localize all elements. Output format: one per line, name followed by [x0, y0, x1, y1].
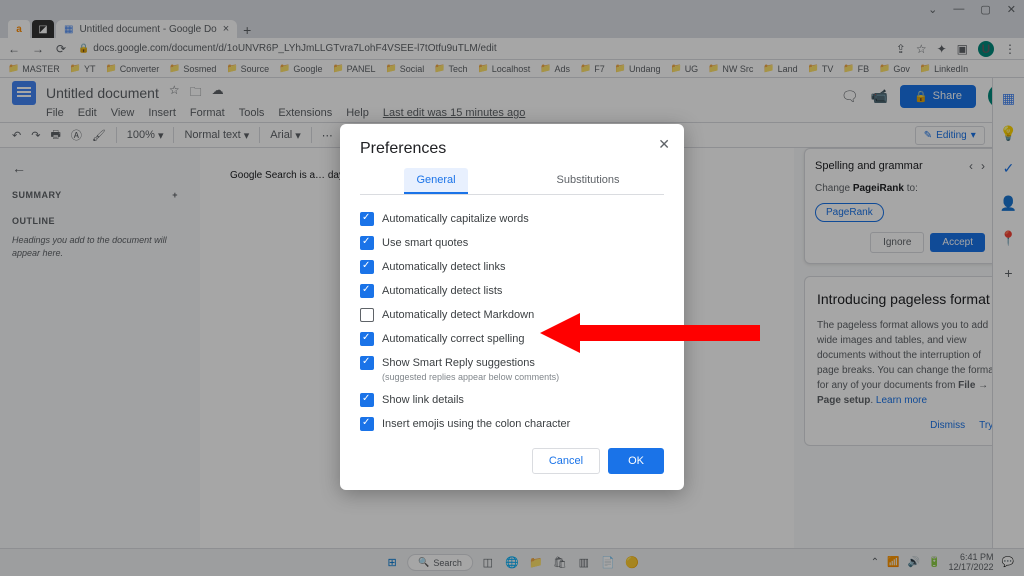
preferences-list: Automatically capitalize words Use smart…	[340, 195, 684, 440]
preferences-modal: ✕ Preferences General Substitutions Auto…	[340, 124, 684, 490]
modal-title: Preferences	[340, 140, 684, 168]
tab-general[interactable]: General	[404, 168, 467, 194]
checkbox-icon[interactable]	[360, 417, 374, 431]
pref-detect-lists[interactable]: Automatically detect lists	[360, 279, 664, 303]
ok-button[interactable]: OK	[608, 448, 664, 474]
pref-smart-quotes[interactable]: Use smart quotes	[360, 231, 664, 255]
modal-close-icon[interactable]: ✕	[658, 136, 670, 153]
pref-smart-reply-hint: (suggested replies appear below comments…	[382, 372, 664, 382]
checkbox-icon[interactable]	[360, 236, 374, 250]
cancel-button[interactable]: Cancel	[532, 448, 600, 474]
checkbox-icon[interactable]	[360, 284, 374, 298]
tab-substitutions[interactable]: Substitutions	[557, 168, 620, 194]
pref-detect-links[interactable]: Automatically detect links	[360, 255, 664, 279]
pref-emoji-colon[interactable]: Insert emojis using the colon character	[360, 412, 664, 436]
checkbox-icon[interactable]	[360, 212, 374, 226]
modal-tabs: General Substitutions	[360, 168, 664, 195]
pref-detect-markdown[interactable]: Automatically detect Markdown	[360, 303, 664, 327]
pref-capitalize[interactable]: Automatically capitalize words	[360, 207, 664, 231]
checkbox-icon[interactable]	[360, 393, 374, 407]
checkbox-icon[interactable]	[360, 356, 374, 370]
checkbox-icon[interactable]	[360, 308, 374, 322]
pref-correct-spelling[interactable]: Automatically correct spelling	[360, 327, 664, 351]
checkbox-icon[interactable]	[360, 332, 374, 346]
checkbox-icon[interactable]	[360, 260, 374, 274]
pref-link-details[interactable]: Show link details	[360, 388, 664, 412]
